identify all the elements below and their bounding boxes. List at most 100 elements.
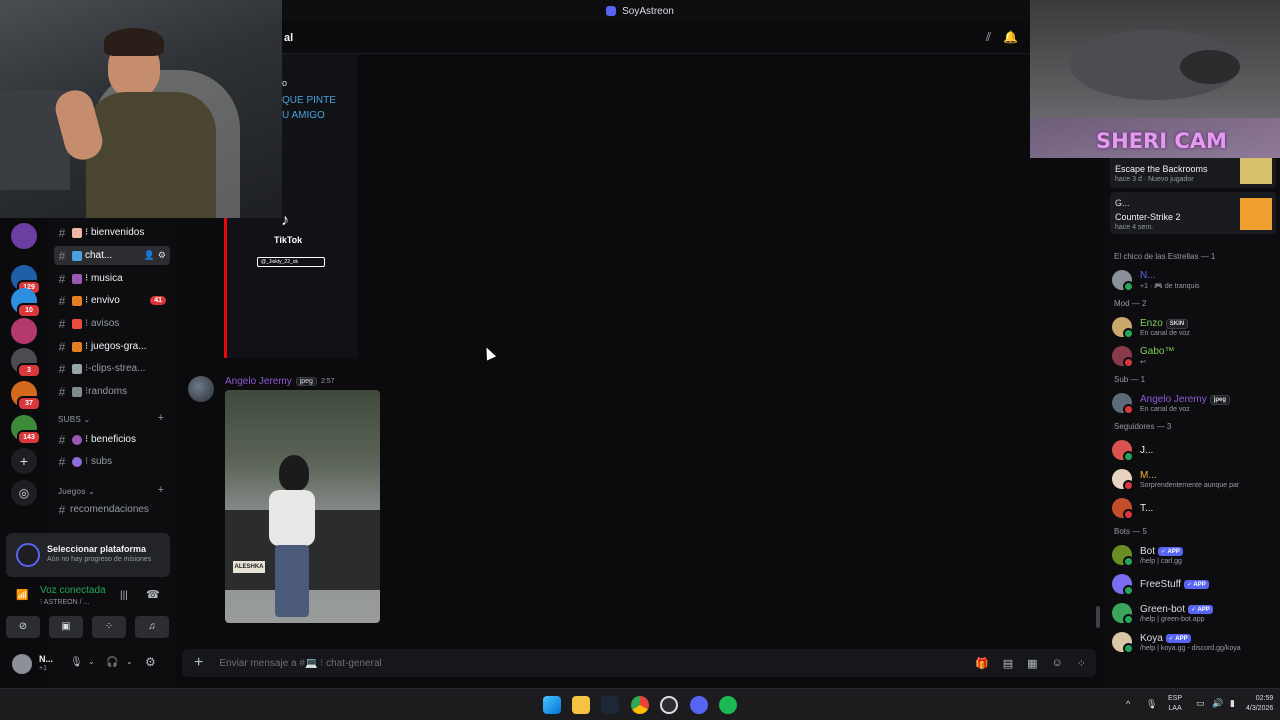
- server-icon-0[interactable]: [11, 223, 37, 249]
- tray-mic-icon[interactable]: 🎙: [1146, 699, 1157, 710]
- screen-share-button[interactable]: ▣: [49, 616, 83, 638]
- member-row[interactable]: Bot ✓ APP/help | carl.gg: [1112, 541, 1276, 569]
- member-row[interactable]: J...: [1112, 436, 1276, 464]
- member-row[interactable]: FreeStuff ✓ APP: [1112, 570, 1276, 598]
- channel-row[interactable]: # ⁝ musica: [54, 269, 170, 288]
- member-tag-badge: jpeg: [1209, 394, 1231, 405]
- member-row[interactable]: Gabo™ ↩: [1112, 342, 1276, 370]
- activity-card-1[interactable]: G... Counter-Strike 2 hace 4 sem.: [1110, 192, 1276, 234]
- author-tag-badge: jpeg: [295, 377, 317, 386]
- message-composer[interactable]: + Enviar mensaje a #💻 ⁝ chat-general 🎁 ▤…: [182, 649, 1096, 677]
- message-image-attachment[interactable]: ALESHKA: [225, 390, 380, 623]
- steam-icon[interactable]: [601, 696, 619, 714]
- channel-row[interactable]: # ⁝-clips-strea...: [54, 359, 170, 378]
- server-icon-4[interactable]: 3: [11, 348, 41, 378]
- battery-icon[interactable]: ▮: [1230, 698, 1235, 709]
- emoji-icon[interactable]: ☺: [1052, 657, 1063, 670]
- tray-chevron-icon[interactable]: ^: [1126, 699, 1130, 709]
- member-avatar: [1112, 440, 1134, 462]
- activity-card-0[interactable]: Escape the Backrooms hace 3 d · Nuevo ju…: [1110, 154, 1276, 188]
- obs-icon[interactable]: [660, 696, 678, 714]
- member-avatar: [1112, 393, 1134, 415]
- member-row[interactable]: M... Sorprendentemente aunque par: [1112, 465, 1276, 493]
- add-channel-subs-icon[interactable]: +: [158, 412, 164, 424]
- spotify-icon[interactable]: [719, 696, 737, 714]
- add-server-icon[interactable]: +: [11, 448, 37, 474]
- channel-row[interactable]: # ⁝ bienvenidos: [54, 223, 170, 242]
- channel-emoji-icon: [72, 434, 82, 445]
- person-top-shape: [269, 490, 315, 546]
- tiktok-handle: @_Jiekty_22_ok: [257, 257, 325, 267]
- channel-row[interactable]: # ⁝ subs: [54, 452, 170, 471]
- member-avatar: [1112, 574, 1134, 596]
- apps-icon[interactable]: ⁘: [1077, 657, 1086, 670]
- discord-taskbar-icon[interactable]: [690, 696, 708, 714]
- network-icon[interactable]: ▭: [1196, 698, 1205, 709]
- channel-row[interactable]: # ⁝randoms: [54, 382, 170, 401]
- volume-icon[interactable]: 🔊: [1212, 698, 1223, 709]
- member-row[interactable]: N... +1 · 🎮 de tranquis: [1112, 266, 1276, 294]
- sticker-icon[interactable]: ▦: [1027, 657, 1037, 670]
- channel-recomendaciones[interactable]: # recomendaciones: [54, 500, 170, 519]
- category-subs[interactable]: SUBS ⌄: [58, 415, 91, 424]
- server-icon-6[interactable]: 143: [11, 415, 41, 445]
- camera-off-button[interactable]: ⊘: [6, 616, 40, 638]
- message-author[interactable]: Angelo Jeremy: [225, 376, 292, 387]
- activities-button[interactable]: ⁘: [92, 616, 126, 638]
- mission-icon: [16, 543, 40, 567]
- user-settings-gear-icon[interactable]: ⚙: [145, 655, 156, 669]
- gift-icon[interactable]: 🎁: [975, 657, 989, 670]
- notification-bell-icon[interactable]: 🔔: [1003, 30, 1018, 45]
- member-row[interactable]: Koya ✓ APP/help | koya.gg - discord.gg/ko…: [1112, 628, 1276, 656]
- member-subtext: +1 · 🎮 de tranquis: [1140, 283, 1200, 290]
- status-indicator: [1123, 509, 1134, 520]
- server-icon-3[interactable]: [11, 318, 37, 344]
- disconnect-icon[interactable]: ☎: [146, 588, 160, 601]
- member-row[interactable]: T...: [1112, 494, 1276, 522]
- discover-compass-icon[interactable]: ◎: [11, 480, 37, 506]
- language-indicator[interactable]: ESP LAA: [1168, 694, 1182, 714]
- member-subtext: ↩: [1140, 359, 1146, 366]
- voice-channel[interactable]: ⁝ ASTREON / ...: [40, 598, 89, 606]
- channel-settings-gear-icon[interactable]: ⚙: [158, 250, 166, 261]
- channel-row[interactable]: # ⁝ juegos-gra...: [54, 337, 170, 356]
- user-avatar[interactable]: [12, 654, 32, 674]
- message-author-avatar[interactable]: [188, 376, 214, 402]
- headphones-icon[interactable]: 🎧: [106, 657, 118, 668]
- server-icon-5[interactable]: 37: [11, 381, 41, 411]
- soundboard-button[interactable]: ♫: [135, 616, 169, 638]
- channel-row[interactable]: # ⁝ avisos: [54, 314, 170, 333]
- mission-panel[interactable]: Seleccionar plataforma Aún no hay progre…: [6, 533, 170, 577]
- member-row[interactable]: Angelo Jeremy jpeg En canal de voz: [1112, 389, 1276, 417]
- server-icon-2[interactable]: 10: [11, 288, 41, 318]
- gif-icon[interactable]: ▤: [1003, 657, 1013, 670]
- hash-icon: #: [58, 454, 66, 469]
- add-channel-juegos-icon[interactable]: +: [158, 484, 164, 496]
- channel-label: ⁝ musica: [85, 273, 123, 284]
- hash-icon: #: [58, 432, 66, 447]
- channel-row[interactable]: # chat... 👤 ⚙: [54, 246, 170, 265]
- audio-options-chevron-icon[interactable]: ⌄: [126, 657, 133, 666]
- chat-scrollbar[interactable]: [1096, 606, 1100, 628]
- category-juegos[interactable]: Juegos ⌄: [58, 487, 95, 496]
- channel-row[interactable]: # ⁝ envivo 41: [54, 291, 170, 310]
- member-tag-badge: SKIN: [1165, 318, 1189, 329]
- windows-start-icon[interactable]: [543, 696, 561, 714]
- mic-options-chevron-icon[interactable]: ⌄: [88, 657, 95, 666]
- chrome-icon[interactable]: [631, 696, 649, 714]
- attach-plus-icon[interactable]: +: [194, 654, 203, 672]
- channel-row[interactable]: # ⁝ beneficios: [54, 430, 170, 449]
- microphone-icon[interactable]: 🎙: [70, 657, 83, 668]
- status-indicator: [1123, 480, 1134, 491]
- member-row[interactable]: Green-bot ✓ APP/help | green-bot.app: [1112, 599, 1276, 627]
- activity-meta-extra: Nuevo jugador: [1148, 176, 1194, 183]
- member-subtext: En canal de voz: [1140, 405, 1190, 413]
- member-name: FreeStuff: [1140, 578, 1181, 590]
- clock[interactable]: 02:59 4/3/2026: [1246, 694, 1273, 714]
- noise-suppression-icon[interactable]: |||: [120, 590, 128, 601]
- streamer-hair-shape: [104, 28, 164, 56]
- file-explorer-icon[interactable]: [572, 696, 590, 714]
- member-row[interactable]: Enzo SKIN En canal de voz: [1112, 313, 1276, 341]
- threads-icon[interactable]: ⫽: [986, 30, 991, 45]
- invite-icon[interactable]: 👤: [144, 250, 155, 261]
